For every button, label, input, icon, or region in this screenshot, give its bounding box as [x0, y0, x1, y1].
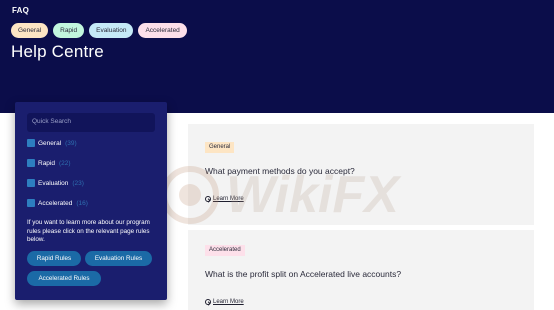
- pill-evaluation[interactable]: Evaluation: [89, 23, 134, 38]
- learn-more-link[interactable]: Learn More: [205, 196, 244, 202]
- checkbox-icon[interactable]: [27, 199, 35, 207]
- category-general[interactable]: General (39): [27, 138, 88, 148]
- search-placeholder: Quick Search: [32, 118, 72, 125]
- category-label: Evaluation: [38, 179, 69, 187]
- checkbox-icon[interactable]: [27, 159, 35, 167]
- category-count: (22): [58, 159, 71, 167]
- category-evaluation[interactable]: Evaluation (23): [27, 178, 88, 188]
- category-count: (16): [76, 199, 88, 207]
- tag-general: General: [205, 142, 235, 153]
- accelerated-rules-button[interactable]: Accelerated Rules: [27, 271, 101, 286]
- pill-rapid[interactable]: Rapid: [53, 23, 85, 38]
- faq-question[interactable]: What payment methods do you accept?: [205, 166, 355, 176]
- page-title: Help Centre: [11, 42, 104, 61]
- category-accelerated[interactable]: Accelerated (16): [27, 198, 88, 208]
- pill-general[interactable]: General: [11, 23, 49, 38]
- category-label: General: [38, 139, 62, 147]
- category-label: Accelerated: [38, 199, 73, 207]
- category-label: Rapid: [38, 159, 55, 167]
- faq-card-payment[interactable]: General What payment methods do you acce…: [188, 124, 534, 225]
- category-rapid[interactable]: Rapid (22): [27, 158, 88, 168]
- learn-more-text[interactable]: Learn More: [213, 299, 244, 305]
- checkbox-icon[interactable]: [27, 179, 35, 187]
- hero-banner: FAQ General Rapid Evaluation Accelerated…: [0, 0, 554, 113]
- faq-label: FAQ: [12, 6, 30, 15]
- category-list: General (39) Rapid (22) Evaluation (23) …: [27, 138, 88, 218]
- faq-question[interactable]: What is the profit split on Accelerated …: [205, 269, 401, 279]
- category-count: (23): [72, 179, 84, 187]
- checkbox-icon[interactable]: [27, 139, 35, 147]
- program-rules-info: If you want to learn more about our prog…: [27, 219, 150, 243]
- category-pills: General Rapid Evaluation Accelerated: [11, 23, 187, 38]
- arrow-circle-icon: [205, 299, 211, 305]
- evaluation-rules-button[interactable]: Evaluation Rules: [85, 251, 152, 266]
- learn-more-text[interactable]: Learn More: [213, 196, 244, 202]
- category-count: (39): [65, 139, 77, 147]
- arrow-circle-icon: [205, 196, 211, 202]
- pill-accelerated[interactable]: Accelerated: [138, 23, 187, 38]
- sidebar-panel: Quick Search General (39) Rapid (22) Eva…: [15, 102, 167, 300]
- faq-card-profit-split[interactable]: Accelerated What is the profit split on …: [188, 230, 534, 310]
- search-input[interactable]: Quick Search: [27, 113, 155, 132]
- rapid-rules-button[interactable]: Rapid Rules: [27, 251, 81, 266]
- tag-accelerated: Accelerated: [205, 245, 245, 256]
- learn-more-link[interactable]: Learn More: [205, 299, 244, 305]
